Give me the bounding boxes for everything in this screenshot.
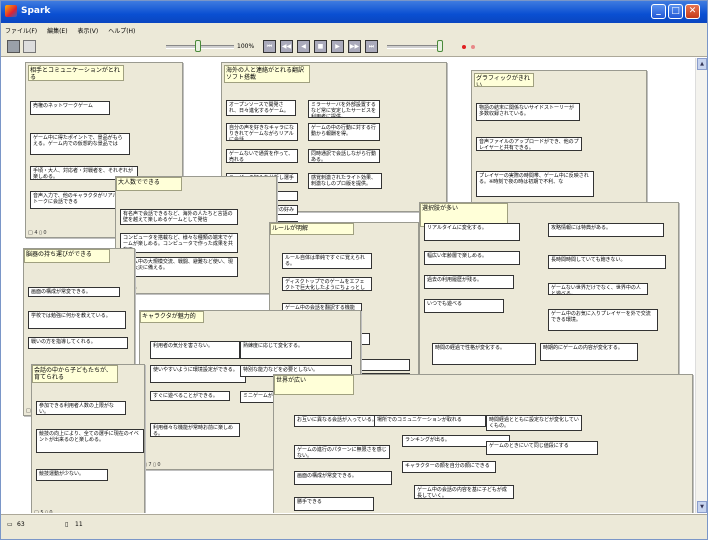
group-footer-count: □ 5 ▯ 0 [34,510,53,513]
idea-card[interactable]: ゲーム中に得たポイントで、景品がもらえる。ゲーム内での仮想的な景品では [30,133,130,155]
new-card-button[interactable] [7,40,20,53]
idea-card[interactable]: 利用者の気分を害さない。 [150,341,240,359]
vertical-scrollbar[interactable]: ▲ ▼ [695,58,707,513]
idea-card[interactable]: ゲーム中の会話の内容を基に子どもが成長していく。 [414,485,514,499]
play-button[interactable]: ▶ [331,40,344,53]
idea-card[interactable]: ゲーム中のお気に入りプレイヤーを外で交流できる環境。 [548,309,658,331]
window-title: Spark [21,6,51,16]
last-button[interactable]: ⏭ [365,40,378,53]
idea-card[interactable]: 画面の構成が常変できる。 [294,471,392,485]
group-title[interactable]: 大人数でできる [116,177,182,191]
idea-card[interactable]: ゲームないで通貨を作って、売れる [226,149,298,163]
idea-card[interactable]: ルール自体は単純ですぐに覚えられる。 [282,253,372,269]
status-bar: ▭ 63 ▯ 11 [1,514,707,539]
idea-card[interactable]: 幅広い年齢層で楽しめる。 [424,251,520,265]
record-dot-icon[interactable] [471,45,475,49]
idea-card[interactable]: ゲーム中の大規模交流、戦闘、避難など使い、現実の大災に備える。 [120,257,238,277]
idea-card[interactable]: 学校では勉強に何かを教えている。 [28,311,126,329]
idea-card[interactable]: 同時通訳で会話しながら行動ある。 [308,149,380,163]
maximize-button[interactable]: □ [668,4,683,19]
first-button[interactable]: ⏮ [263,40,276,53]
idea-card[interactable]: 時間の経過で性格が変化する。 [432,343,536,365]
time-slider-thumb[interactable] [437,40,443,52]
idea-card[interactable]: 音声ファイルのアップロードができ、他のプレイヤーと共有できる。 [476,137,582,151]
group-title[interactable]: 海外の人と連絡がとれる翻訳ソフト搭載 [224,65,310,83]
group-title[interactable]: 世界が広い [274,375,354,395]
scroll-down-icon[interactable]: ▼ [697,501,707,513]
idea-card[interactable]: ゲームない世界だけでなく、世界中の人と遊べる。 [548,283,648,295]
card-count: 63 [17,521,25,528]
idea-card[interactable]: 時期的にゲームの内容が変化する。 [540,343,638,361]
group-title[interactable]: ルールが明解 [270,223,354,235]
menu-edit[interactable]: 編集(E) [47,28,67,35]
forward-button[interactable]: ▶▶ [348,40,361,53]
idea-card[interactable]: 場所でのコミュニケーションが取れる [374,415,486,427]
idea-card[interactable]: 過去の利用履歴が残る。 [424,275,514,289]
group-title[interactable]: 脳器の持ち運びができる [24,249,110,263]
search-button[interactable] [23,40,36,53]
group-title[interactable]: グラフィックがきれい [474,73,534,87]
prev-button[interactable]: ◀ [297,40,310,53]
idea-card[interactable]: 長時間時間していても飽きない。 [548,255,666,269]
idea-card[interactable]: 有名声で会話できるなど、海外の人たちと言語の壁を越えて楽しめるゲームとして発信 [120,209,238,225]
zoom-level: 100% [237,43,255,50]
card-group-panel[interactable]: 大人数でできる有名声で会話できるなど、海外の人たちと言語の壁を越えて楽しめるゲー… [115,176,277,294]
idea-card[interactable]: すぐに遊べることができる。 [150,391,230,401]
idea-card[interactable]: コンピュータを搭載など、様々な種類の端末でゲームが楽しめる。コンピュータで作った… [120,233,238,253]
group-count: 11 [75,521,83,528]
record-dot-icon[interactable] [462,45,466,49]
stop-button[interactable]: ■ [314,40,327,53]
idea-card[interactable]: 画面の構成が常変できる。 [28,287,120,297]
menu-file[interactable]: ファイル(F) [5,28,37,35]
time-slider[interactable] [387,45,442,49]
idea-card[interactable]: 勝手できる [294,497,374,511]
idea-card[interactable]: 使いやすいように環境設定ができる。 [150,365,246,383]
idea-card[interactable]: 自分の声を好きなキャラになりきれてゲームながらリアルに会話 [226,123,298,141]
idea-card[interactable]: 感覚刺激されたライト効果、刺激なしのプロ版を提供。 [308,173,382,189]
idea-card[interactable]: ミラーサーバを外部設置するなど常に安定したサービスを利用者に提供。 [308,100,380,118]
group-count-icon: ▯ [65,521,69,528]
app-window: Spark _ □ ✕ ファイル(F) 編集(E) 表示(V) ヘルプ(H) 1… [0,0,708,540]
group-footer-count: □ 4 ▯ 0 [28,230,47,236]
toolbar: 100% ⏮ ◀◀ ◀ ■ ▶ ▶▶ ⏭ [1,37,707,57]
idea-card[interactable]: 参加できる利用者人数の上限がない。 [36,401,126,415]
minimize-button[interactable]: _ [651,4,666,19]
card-group-panel[interactable]: グラフィックがきれい物語の結末に関係ないサイドストーリーが多数収録されている。音… [471,70,647,218]
card-group-panel[interactable]: 会話の中から子どもたちが、育てられる参加できる利用者人数の上限がない。競技の向上… [31,364,145,513]
idea-card[interactable]: ゲームのときにいて同じ値段にする [486,441,598,455]
idea-card[interactable]: 時間経過とともに設定などが変化していくもの。 [486,415,582,431]
app-icon [5,5,17,17]
idea-card[interactable]: 熟練度に応じて変化する。 [240,341,352,359]
group-title[interactable]: キャラクタが魅力的 [140,311,204,323]
idea-card[interactable]: ゲームの中の行動に対する行動から報酬を得。 [308,123,380,141]
idea-card[interactable]: プレイヤーの実際の時間帯、ゲーム中に反映される。※時刻で夜の時は初期で不利、な [476,171,594,197]
idea-card[interactable]: 戦いの方を指導してくれる。 [28,337,128,349]
menu-view[interactable]: 表示(V) [77,28,98,35]
idea-card[interactable]: 売権のネットワークゲーム [30,101,110,115]
rewind-button[interactable]: ◀◀ [280,40,293,53]
title-bar[interactable]: Spark _ □ ✕ [1,1,707,23]
card-group-panel[interactable]: 世界が広い お互いに異なる会話が入っている。 ゲームの進行のパターンに無限さを感じな… [273,374,693,513]
idea-card[interactable]: 物語の結末に関係ないサイドストーリーが多数収録されている。 [476,103,580,121]
idea-card[interactable]: 競技の向上により、全ての選手に現在のイベントが出来るのと楽しめる。 [36,429,144,453]
idea-card[interactable]: いつでも遊べる [424,299,504,313]
menu-bar: ファイル(F) 編集(E) 表示(V) ヘルプ(H) [1,23,707,37]
group-title[interactable]: 相手とコミュニケーションがとれる [28,65,124,81]
idea-card[interactable]: 攻略情報には特典がある。 [548,223,664,237]
menu-help[interactable]: ヘルプ(H) [108,28,135,35]
idea-card[interactable]: リアルタイムに変化する。 [424,223,520,241]
scroll-up-icon[interactable]: ▲ [697,58,707,70]
close-button[interactable]: ✕ [685,4,700,19]
card-count-icon: ▭ [7,521,13,528]
idea-card[interactable]: ディスクトップでのゲームをエフェクトで巨大化したようにちょっとしたお土産になる。 [282,277,372,291]
group-title[interactable]: 会話の中から子どもたちが、育てられる [32,365,118,383]
idea-card[interactable]: キャラクターの顔を自分の顔にできる [402,461,496,473]
idea-card[interactable]: ゲームの進行のパターンに無限さを感じない。 [294,445,390,459]
idea-card[interactable]: 利用様々な機能が常時お前に楽しめる。 [150,423,240,437]
card-canvas[interactable]: 相手とコミュニケーションがとれる 売権のネットワークゲームゲーム中に得たポイントで… [1,58,695,513]
idea-card[interactable]: オープンソースで開発され、日々進化するゲーム。 [226,100,296,116]
zoom-slider-thumb[interactable] [195,40,201,52]
idea-card[interactable]: 競技運動が少ない。 [36,469,108,481]
